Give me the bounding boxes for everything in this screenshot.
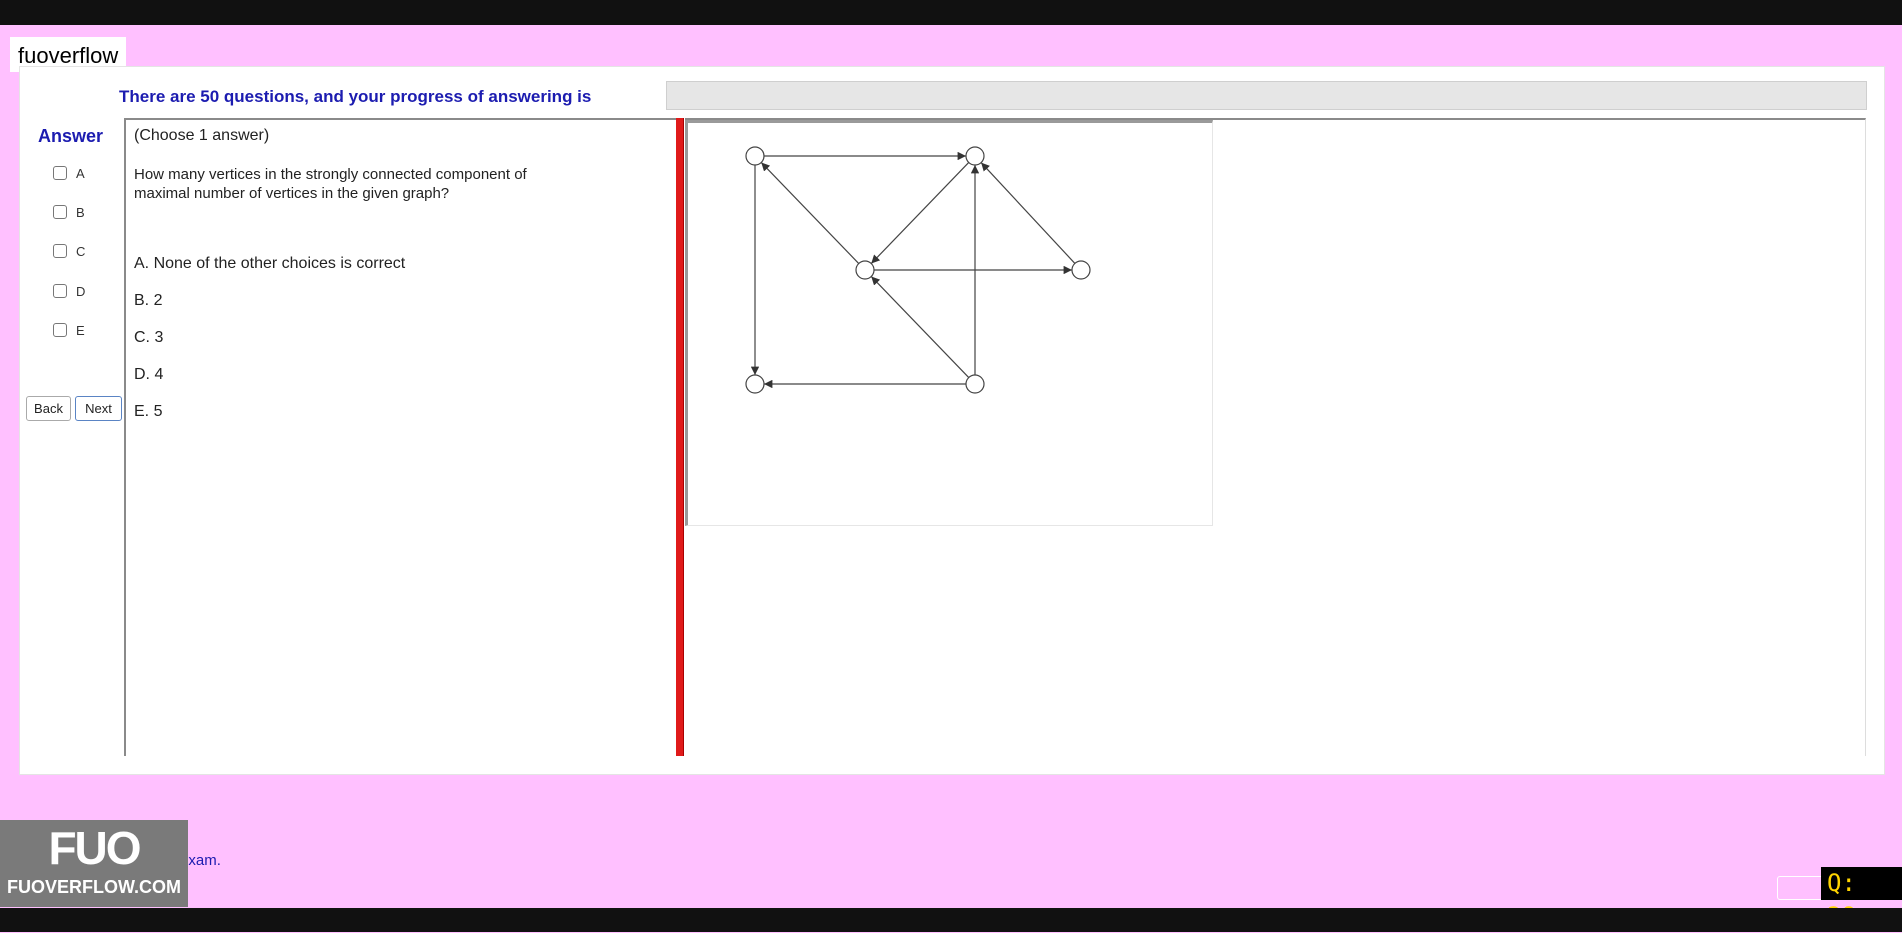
answer-option-c[interactable]: C <box>53 242 85 260</box>
directed-graph <box>745 146 1091 394</box>
answer-checkbox-e[interactable] <box>53 323 67 337</box>
top-bar <box>0 0 1902 25</box>
fuoverflow-logo: FUO FUOVERFLOW.COM <box>0 820 188 907</box>
answer-option-label: A <box>76 165 85 181</box>
answer-heading: Answer <box>38 126 104 146</box>
question-counter: Q: 28 <box>1821 867 1902 930</box>
progress-label: There are 50 questions, and your progres… <box>119 87 592 106</box>
back-button[interactable]: Back <box>26 396 71 421</box>
choice-e: E. 5 <box>134 403 163 420</box>
choice-c: C. 3 <box>134 329 164 346</box>
question-instruction: (Choose 1 answer) <box>134 127 270 144</box>
edge-right-to-top-middle <box>980 162 1076 264</box>
edge-bottom-middle-to-center <box>870 276 970 378</box>
choice-b: B. 2 <box>134 292 163 309</box>
bottom-bar <box>0 908 1902 932</box>
node-bottom-middle <box>965 374 985 394</box>
question-pane <box>124 118 677 756</box>
next-button[interactable]: Next <box>75 396 122 421</box>
answer-option-label: B <box>76 204 85 220</box>
logo-mark: FUO <box>48 822 141 874</box>
answer-option-label: E <box>76 322 85 338</box>
logo-text: FUOVERFLOW.COM <box>7 877 181 897</box>
graph-image <box>685 120 1213 526</box>
node-top-middle <box>965 146 985 166</box>
answer-checkbox-d[interactable] <box>53 284 67 298</box>
progress-bar <box>666 81 1867 110</box>
small-input-box <box>1777 876 1824 900</box>
answer-option-a[interactable]: A <box>53 164 85 182</box>
answer-option-e[interactable]: E <box>53 321 85 339</box>
question-text: How many vertices in the strongly connec… <box>134 166 527 202</box>
node-right <box>1071 260 1091 280</box>
choice-a: A. None of the other choices is correct <box>134 255 406 272</box>
pane-divider[interactable] <box>676 118 684 756</box>
node-center <box>855 260 875 280</box>
answer-option-d[interactable]: D <box>53 282 85 300</box>
answer-option-label: D <box>76 283 86 299</box>
answer-checkbox-c[interactable] <box>53 244 67 258</box>
answer-checkbox-a[interactable] <box>53 166 67 180</box>
edge-center-to-top-left <box>760 162 860 264</box>
answer-option-label: C <box>76 243 86 259</box>
node-top-left <box>745 146 765 166</box>
edge-top-middle-to-center <box>870 162 970 264</box>
answer-checkbox-b[interactable] <box>53 205 67 219</box>
node-bottom-left <box>745 374 765 394</box>
choice-d: D. 4 <box>134 366 164 383</box>
answer-option-b[interactable]: B <box>53 203 85 221</box>
